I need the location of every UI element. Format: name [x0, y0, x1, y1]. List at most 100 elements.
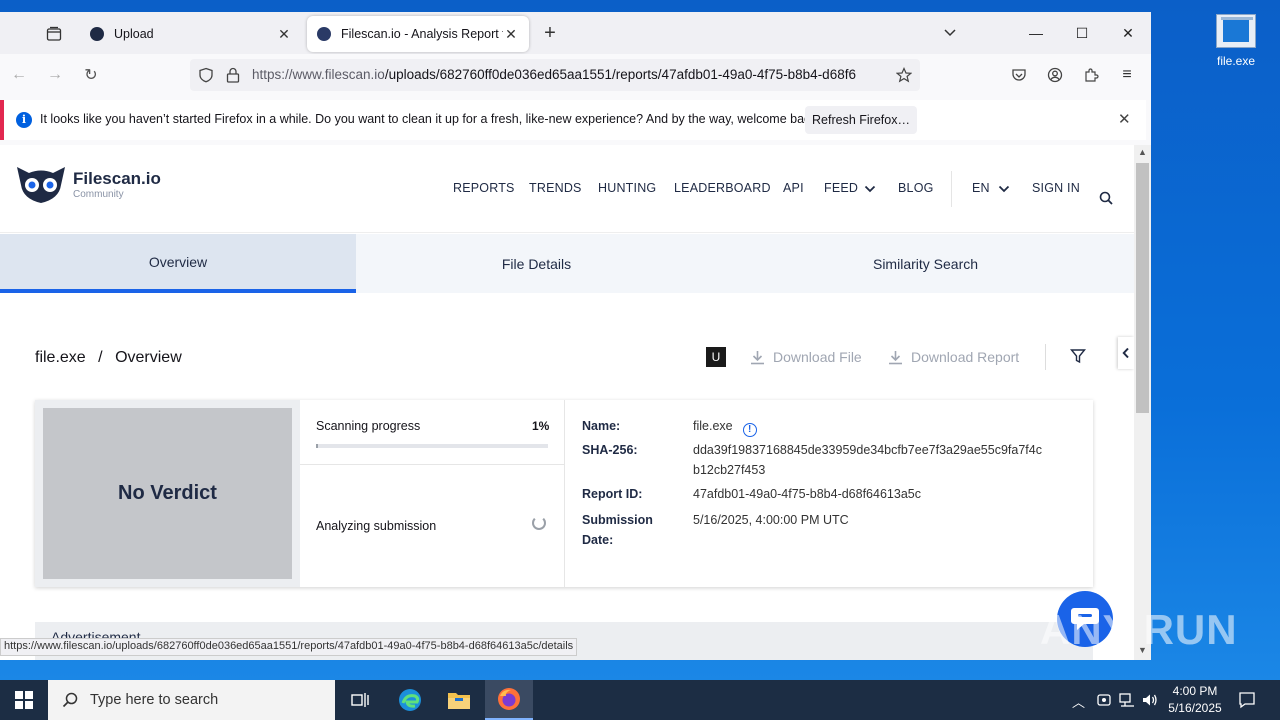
taskbar-clock[interactable]: 4:00 PM 5/16/2025	[1160, 683, 1230, 717]
chevron-down-icon[interactable]	[998, 184, 1010, 194]
menu-hamburger-icon[interactable]: ≡	[1114, 63, 1140, 87]
lock-icon[interactable]	[226, 67, 240, 83]
nav-feed[interactable]: FEED	[824, 181, 858, 195]
scan-status-panel: Scanning progress 1% Analyzing submissio…	[300, 400, 565, 587]
header-divider	[951, 171, 952, 207]
network-icon[interactable]	[1119, 693, 1135, 707]
task-view-icon	[351, 693, 369, 707]
page-scrollbar[interactable]: ▲ ▼	[1134, 145, 1151, 660]
scanning-progress-bar	[316, 444, 548, 448]
owl-logo-icon	[17, 167, 65, 203]
nav-blog[interactable]: BLOG	[898, 181, 934, 195]
filter-icon[interactable]	[1070, 348, 1086, 364]
download-file-button[interactable]: Download File	[750, 349, 862, 365]
clock-time: 4:00 PM	[1172, 684, 1218, 698]
scrollbar-thumb[interactable]	[1136, 163, 1149, 413]
list-all-tabs-button[interactable]	[942, 24, 962, 44]
tab-similarity-search[interactable]: Similarity Search	[717, 234, 1134, 293]
new-tab-button[interactable]: +	[538, 22, 562, 46]
chevron-left-icon	[1122, 347, 1129, 359]
windows-taskbar: Type here to search ︿ 4:00 PM 5/16/2025	[0, 680, 1280, 720]
tab-title: Upload	[114, 27, 154, 41]
volume-icon[interactable]	[1142, 693, 1158, 707]
user-badge[interactable]: U	[706, 347, 726, 367]
taskbar-firefox[interactable]	[485, 680, 533, 720]
tab-filescan-report[interactable]: Filescan.io - Analysis Report for ✕	[307, 16, 529, 52]
reload-button[interactable]: ↻	[78, 63, 104, 87]
report-tabs: Overview File Details Similarity Search	[0, 234, 1134, 293]
forward-button[interactable]: →	[42, 63, 68, 87]
divider	[300, 464, 565, 465]
close-window-button[interactable]: ✕	[1105, 20, 1151, 46]
tab-file-details[interactable]: File Details	[356, 234, 717, 293]
bookmark-star-icon[interactable]	[896, 67, 912, 83]
submission-date-label: Submission Date:	[582, 513, 653, 547]
toolbar-divider	[1045, 344, 1046, 370]
filescan-favicon-icon	[90, 27, 104, 41]
maximize-button[interactable]: ☐	[1059, 20, 1105, 46]
filescan-logo[interactable]: Filescan.io Community	[15, 163, 161, 205]
tab-overview[interactable]: Overview	[0, 234, 356, 293]
url-text[interactable]: https://www.filescan.io/uploads/682760ff…	[252, 67, 888, 82]
account-icon[interactable]	[1047, 67, 1063, 83]
start-button[interactable]	[0, 680, 48, 720]
submission-date-value: 5/16/2025, 4:00:00 PM UTC	[693, 513, 849, 527]
firefox-view-icon	[46, 26, 62, 41]
sign-in-link[interactable]: SIGN IN	[1032, 181, 1080, 195]
download-file-label: Download File	[773, 349, 862, 365]
folder-icon	[448, 693, 470, 709]
tab-bar: Upload ✕ Filescan.io - Analysis Report f…	[0, 12, 1151, 54]
shield-icon[interactable]	[198, 67, 214, 83]
firefox-icon	[498, 688, 520, 710]
desktop-file-icon[interactable]: file.exe	[1206, 10, 1266, 68]
refresh-firefox-button[interactable]: Refresh Firefox…	[805, 106, 917, 134]
nav-leaderboard[interactable]: LEADERBOARD	[674, 181, 771, 195]
download-icon	[889, 350, 902, 364]
logo-subtitle: Community	[73, 188, 124, 200]
search-icon	[62, 692, 78, 708]
back-button[interactable]: ←	[6, 63, 32, 87]
close-tab-icon[interactable]: ✕	[503, 26, 519, 43]
notification-bar: i It looks like you haven’t started Fire…	[0, 100, 1146, 140]
report-id-label: Report ID:	[582, 487, 643, 501]
search-icon[interactable]	[1099, 191, 1113, 205]
task-view-button[interactable]	[336, 680, 384, 720]
extensions-icon[interactable]	[1083, 67, 1099, 83]
nav-trends[interactable]: TRENDS	[529, 181, 582, 195]
nav-hunting[interactable]: HUNTING	[598, 181, 656, 195]
verdict-panel: No Verdict	[35, 400, 300, 587]
taskbar-file-explorer[interactable]	[435, 680, 483, 720]
side-panel-toggle[interactable]	[1118, 337, 1134, 369]
breadcrumb-file[interactable]: file.exe	[35, 349, 86, 366]
pocket-icon[interactable]	[1011, 67, 1027, 83]
name-label: Name:	[582, 419, 621, 433]
taskbar-search[interactable]: Type here to search	[48, 680, 335, 720]
edge-icon	[399, 689, 421, 711]
url-bar[interactable]: https://www.filescan.io/uploads/682760ff…	[190, 59, 920, 91]
loading-spinner-icon	[532, 516, 546, 530]
notifications-icon[interactable]	[1238, 691, 1256, 709]
network-device-icon[interactable]	[1097, 692, 1111, 708]
info-circle-icon[interactable]: !	[742, 423, 757, 437]
windows-logo-icon	[15, 691, 33, 709]
nav-reports[interactable]: REPORTS	[453, 181, 515, 195]
language-selector[interactable]: EN	[972, 181, 990, 195]
firefox-view-button[interactable]	[40, 22, 68, 46]
chevron-down-icon[interactable]	[864, 184, 876, 194]
status-url-tooltip: https://www.filescan.io/uploads/682760ff…	[0, 638, 578, 656]
download-report-label: Download Report	[911, 349, 1020, 365]
minimize-button[interactable]: —	[1013, 20, 1059, 46]
tray-chevron-up-icon[interactable]: ︿	[1072, 692, 1085, 711]
notification-message: It looks like you haven’t started Firefo…	[40, 112, 821, 126]
site-header: Filescan.io Community REPORTS TRENDS HUN…	[0, 145, 1134, 233]
download-report-button[interactable]: Download Report	[888, 349, 1019, 365]
nav-api[interactable]: API	[783, 181, 804, 195]
close-tab-icon[interactable]: ✕	[276, 26, 292, 43]
web-page: Filescan.io Community REPORTS TRENDS HUN…	[0, 145, 1134, 660]
firefox-window: Upload ✕ Filescan.io - Analysis Report f…	[0, 12, 1151, 660]
taskbar-edge[interactable]	[386, 680, 434, 720]
scroll-up-arrow-icon[interactable]: ▲	[1137, 147, 1148, 157]
tab-upload[interactable]: Upload ✕	[80, 16, 302, 52]
download-icon	[751, 350, 764, 364]
close-notification-icon[interactable]: ✕	[1118, 110, 1131, 128]
